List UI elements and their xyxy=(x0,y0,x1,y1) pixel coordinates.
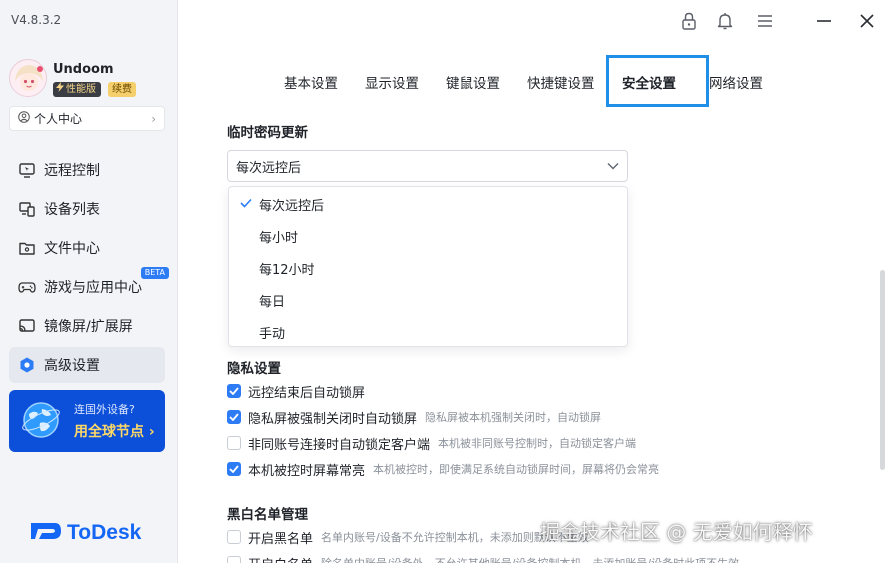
cast-screen-icon xyxy=(18,317,36,335)
close-icon[interactable] xyxy=(857,11,877,31)
checkbox-label: 本机被控时屏幕常亮 xyxy=(248,463,366,479)
remote-control-icon xyxy=(18,161,36,179)
blacklist-option[interactable]: 开启黑名单 名单内账号/设备不允许控制本机，未添加则默认不生效 xyxy=(227,527,589,547)
performance-badge-label: 性能版 xyxy=(66,84,96,95)
sidebar-item-label: 文件中心 xyxy=(44,241,100,257)
temp-password-select[interactable]: 每次远控后 xyxy=(227,150,628,182)
checkbox-description: 除名单内账号/设备外，不允许其他账号/设备控制本机，未添加账号/设备时此项不生效 xyxy=(321,555,739,563)
dropdown-option-label: 每12小时 xyxy=(259,262,315,278)
sidebar-item-label: 高级设置 xyxy=(44,358,100,374)
chevron-down-icon xyxy=(607,159,619,174)
checkbox-label: 非同账号连接时自动锁定客户端 xyxy=(248,437,431,453)
menu-icon[interactable] xyxy=(755,11,775,31)
avatar[interactable] xyxy=(9,59,47,97)
dropdown-option-label: 每小时 xyxy=(259,230,299,246)
temp-password-title: 临时密码更新 xyxy=(227,125,308,141)
lock-icon[interactable] xyxy=(679,11,699,31)
username: Undoom xyxy=(53,62,114,77)
checkbox-description: 本机被控时，即使满足系统自动锁屏时间，屏幕将仍会常亮 xyxy=(373,463,660,476)
sidebar: V4.8.3.2 Undoom 性能版 续费 个人中心 › 远程控制 设备列表 … xyxy=(0,0,178,563)
blackwhite-list-title: 黑白名单管理 xyxy=(227,507,308,523)
checkbox-label: 开启黑名单 xyxy=(248,531,314,547)
dropdown-option-label: 手动 xyxy=(259,326,286,342)
gamepad-icon xyxy=(18,278,36,296)
tab-network-settings[interactable]: 网络设置 xyxy=(709,72,763,92)
privacy-option-lock-after-remote[interactable]: 远控结束后自动锁屏 xyxy=(227,381,365,401)
folder-icon xyxy=(18,239,36,257)
lightning-icon xyxy=(56,82,64,97)
sidebar-item-label: 远程控制 xyxy=(44,163,100,179)
renew-badge[interactable]: 续费 xyxy=(108,82,136,97)
tab-shortcut-settings[interactable]: 快捷键设置 xyxy=(527,72,595,92)
checkbox-label: 隐私屏被强制关闭时自动锁屏 xyxy=(248,411,418,427)
dropdown-option-after-each-remote[interactable]: 每次远控后 xyxy=(229,188,627,220)
temp-password-selected-value: 每次远控后 xyxy=(236,160,302,176)
checkbox-description: 本机被非同账号控制时，自动锁定客户端 xyxy=(438,437,637,450)
personal-center-label: 个人中心 xyxy=(34,112,83,126)
checkbox[interactable] xyxy=(227,530,241,544)
sidebar-item-game-app-center[interactable]: 游戏与应用中心 BETA xyxy=(9,267,169,305)
sidebar-item-advanced-settings[interactable]: 高级设置 xyxy=(9,347,165,383)
check-icon xyxy=(240,197,252,212)
sidebar-item-remote-control[interactable]: 远程控制 xyxy=(9,152,165,188)
app-version: V4.8.3.2 xyxy=(11,13,62,27)
checkbox[interactable] xyxy=(227,384,241,398)
active-tab-highlight xyxy=(606,55,709,107)
todesk-logo-text: ToDesk xyxy=(67,521,142,544)
dropdown-option-label: 每日 xyxy=(259,294,286,310)
checkbox-label: 远控结束后自动锁屏 xyxy=(248,385,366,401)
dropdown-option-every-12-hours[interactable]: 每12小时 xyxy=(229,252,627,284)
sidebar-item-device-list[interactable]: 设备列表 xyxy=(9,191,165,227)
performance-badge: 性能版 xyxy=(53,82,101,97)
dropdown-option-label: 每次远控后 xyxy=(259,198,325,214)
user-circle-icon xyxy=(18,111,30,126)
sidebar-item-mirror-screen[interactable]: 镜像屏/扩展屏 xyxy=(9,308,165,344)
globe-icon xyxy=(20,399,62,441)
privacy-option-screen-always-on[interactable]: 本机被控时屏幕常亮 本机被控时，即使满足系统自动锁屏时间，屏幕将仍会常亮 xyxy=(227,459,659,479)
checkbox[interactable] xyxy=(227,436,241,450)
promo-line1: 连国外设备? xyxy=(74,403,135,416)
whitelist-option[interactable]: 开启白名单 除名单内账号/设备外，不允许其他账号/设备控制本机，未添加账号/设备… xyxy=(227,553,739,563)
device-list-icon xyxy=(18,200,36,218)
checkbox[interactable] xyxy=(227,462,241,476)
temp-password-dropdown-menu: 每次远控后 每小时 每12小时 每日 手动 xyxy=(228,186,628,347)
dropdown-option-hourly[interactable]: 每小时 xyxy=(229,220,627,252)
tab-display-settings[interactable]: 显示设置 xyxy=(365,72,419,92)
privacy-option-lock-on-privacy-close[interactable]: 隐私屏被强制关闭时自动锁屏 隐私屏被本机强制关闭时，自动锁屏 xyxy=(227,407,601,427)
checkbox-label: 开启白名单 xyxy=(248,554,313,563)
global-node-promo-banner[interactable]: 连国外设备? 用全球节点 › xyxy=(9,390,165,452)
sidebar-item-label: 镜像屏/扩展屏 xyxy=(44,319,133,335)
dropdown-option-manual[interactable]: 手动 xyxy=(229,316,627,348)
sidebar-item-file-center[interactable]: 文件中心 xyxy=(9,230,165,266)
minimize-icon[interactable] xyxy=(814,11,834,31)
advanced-settings-icon xyxy=(18,356,36,374)
promo-line2: 用全球节点 › xyxy=(74,424,155,440)
tab-keyboard-mouse-settings[interactable]: 键鼠设置 xyxy=(446,72,500,92)
beta-badge: BETA xyxy=(140,267,169,279)
checkbox[interactable] xyxy=(227,556,241,563)
watermark-text: 掘金技术社区 @ 无爱如何释怀 xyxy=(540,520,813,544)
todesk-logo: ToDesk xyxy=(31,519,141,547)
dropdown-option-daily[interactable]: 每日 xyxy=(229,284,627,316)
content-scrollbar[interactable] xyxy=(880,270,885,470)
bell-icon[interactable] xyxy=(715,11,735,31)
todesk-logo-mark-icon xyxy=(31,519,61,547)
privacy-title: 隐私设置 xyxy=(227,361,281,377)
checkbox[interactable] xyxy=(227,410,241,424)
tab-basic-settings[interactable]: 基本设置 xyxy=(284,72,338,92)
privacy-option-lock-on-other-account[interactable]: 非同账号连接时自动锁定客户端 本机被非同账号控制时，自动锁定客户端 xyxy=(227,433,636,453)
sidebar-nav: 远程控制 设备列表 文件中心 游戏与应用中心 BETA 镜像屏/扩展屏 高级设置 xyxy=(9,152,169,386)
personal-center-button[interactable]: 个人中心 › xyxy=(9,106,165,131)
chevron-right-icon: › xyxy=(151,111,156,126)
sidebar-item-label: 设备列表 xyxy=(44,202,100,218)
checkbox-description: 隐私屏被本机强制关闭时，自动锁屏 xyxy=(425,411,602,424)
sidebar-item-label: 游戏与应用中心 xyxy=(44,280,142,296)
